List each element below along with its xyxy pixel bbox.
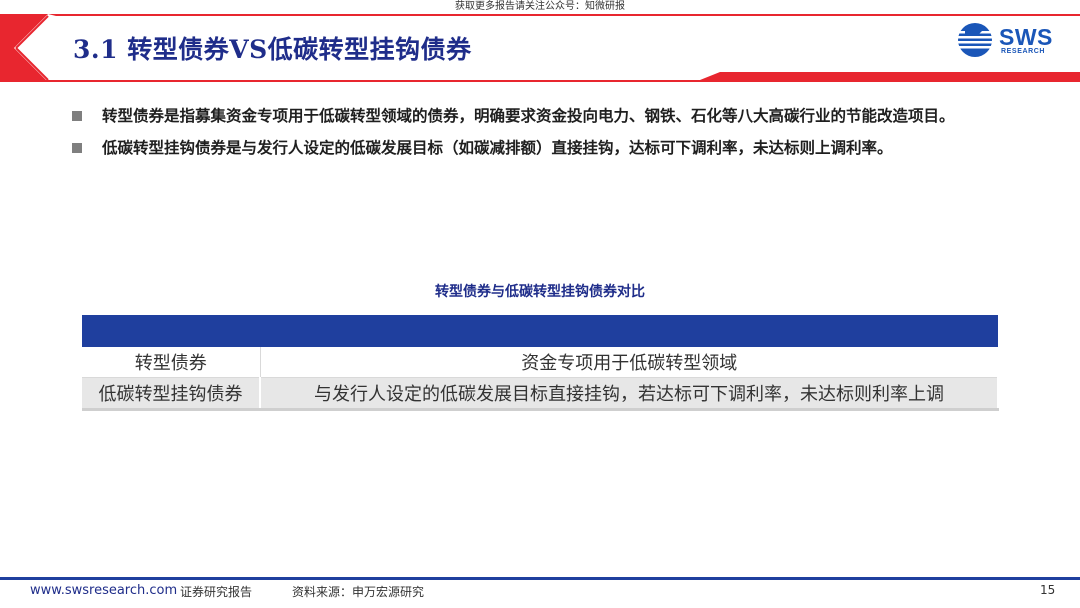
bullet-text: 低碳转型挂钩债券是与发行人设定的低碳发展目标（如碳减排额）直接挂钩，达标可下调利… bbox=[102, 139, 893, 157]
bullet-text: 转型债券是指募集资金专项用于低碳转型领域的债券，明确要求资金投向电力、钢铁、石化… bbox=[102, 107, 955, 125]
table-caption: 转型债券与低碳转型挂钩债券对比 bbox=[435, 284, 645, 300]
logo-subtext: RESEARCH bbox=[1001, 48, 1046, 55]
bond-description-cell: 与发行人设定的低碳发展目标直接挂钩，若达标可下调利率，未达标则利率上调 bbox=[260, 377, 999, 411]
table-row: 转型债券 资金专项用于低碳转型领域 bbox=[82, 347, 998, 378]
page-number: 15 bbox=[1040, 583, 1056, 597]
top-note: 获取更多报告请关注公众号：知微研报 bbox=[455, 1, 625, 12]
table-header-row bbox=[82, 315, 998, 347]
table-header-cell bbox=[260, 315, 998, 347]
table-row: 低碳转型挂钩债券 与发行人设定的低碳发展目标直接挂钩，若达标可下调利率，未达标则… bbox=[82, 377, 999, 411]
bullet-item: 转型债券是指募集资金专项用于低碳转型领域的债券，明确要求资金投向电力、钢铁、石化… bbox=[72, 100, 992, 132]
bond-type-cell: 转型债券 bbox=[82, 347, 261, 378]
square-bullet-icon bbox=[72, 111, 82, 121]
footer-source: 资料来源：申万宏源研究 bbox=[292, 585, 425, 599]
slide-title: 3.1 转型债券VS低碳转型挂钩债券 bbox=[73, 35, 472, 64]
bond-description-cell: 资金专项用于低碳转型领域 bbox=[260, 347, 998, 378]
footer-website-link[interactable]: www.swsresearch.com bbox=[30, 583, 177, 598]
bullet-list: 转型债券是指募集资金专项用于低碳转型领域的债券，明确要求资金投向电力、钢铁、石化… bbox=[72, 100, 992, 164]
sws-logo: SWS RESEARCH bbox=[957, 22, 1057, 58]
footer-divider bbox=[0, 577, 1080, 580]
comparison-table: 转型债券 资金专项用于低碳转型领域 低碳转型挂钩债券 与发行人设定的低碳发展目标… bbox=[82, 315, 999, 411]
square-bullet-icon bbox=[72, 143, 82, 153]
bond-type-cell: 低碳转型挂钩债券 bbox=[82, 377, 261, 411]
sws-logo-icon bbox=[958, 23, 992, 57]
footer-report-tag: 证券研究报告 bbox=[180, 585, 253, 599]
logo-text: SWS bbox=[999, 24, 1053, 50]
table-header-cell bbox=[82, 315, 260, 347]
bullet-item: 低碳转型挂钩债券是与发行人设定的低碳发展目标（如碳减排额）直接挂钩，达标可下调利… bbox=[72, 132, 992, 164]
